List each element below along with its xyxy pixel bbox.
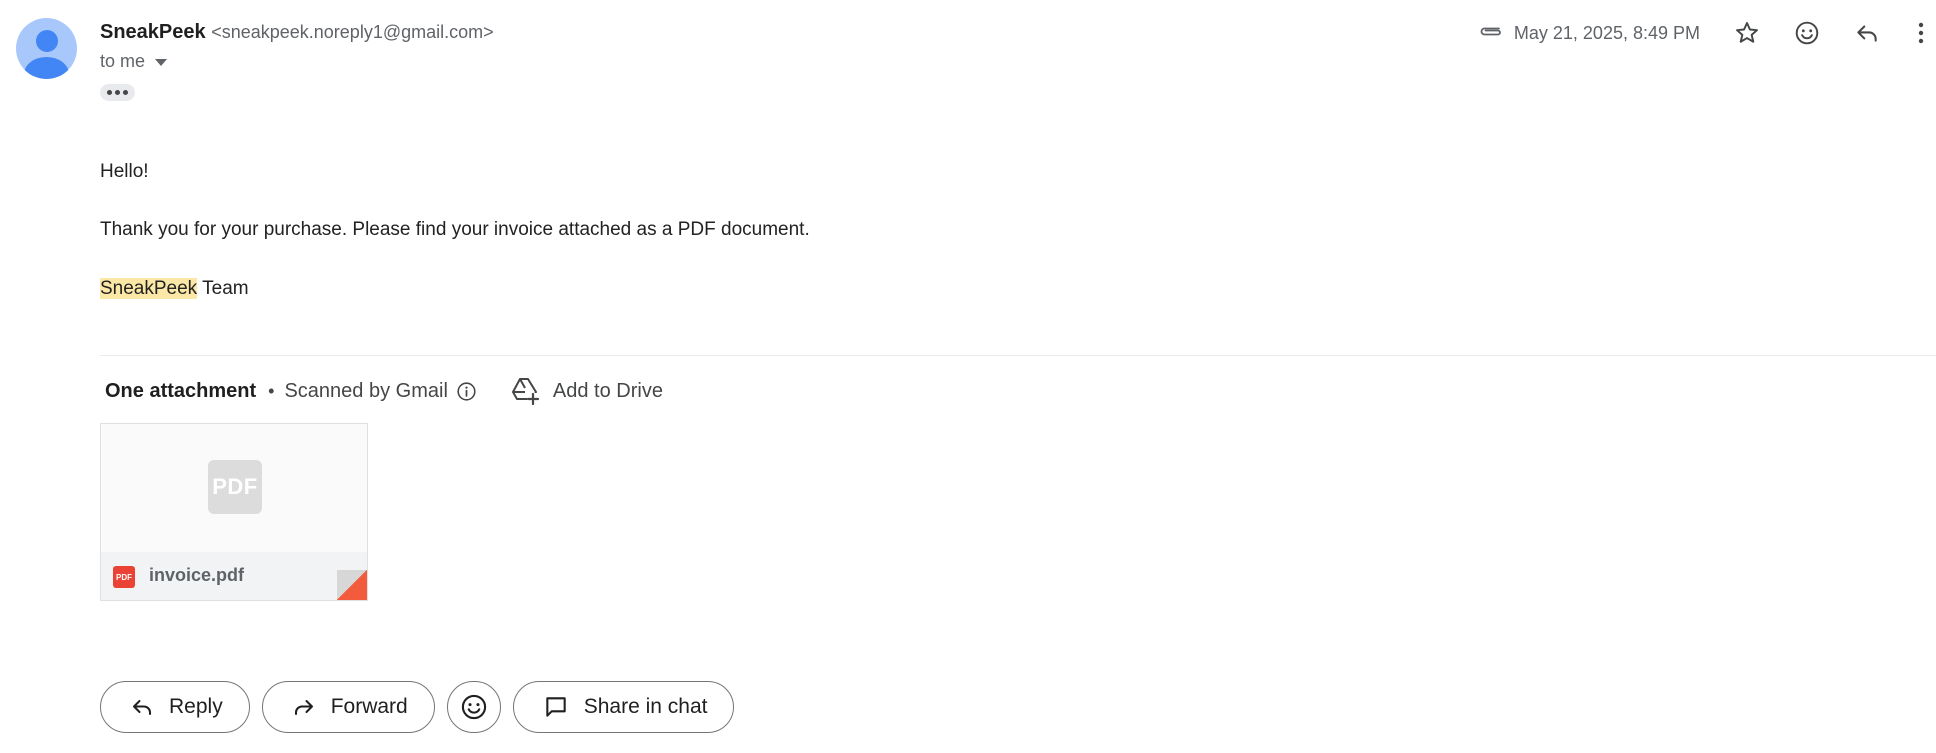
- attachment-preview[interactable]: PDF: [101, 424, 367, 552]
- attachments-title: One attachment: [105, 379, 257, 402]
- recipients-toggle[interactable]: to me: [100, 51, 168, 72]
- pdf-thumbnail-icon: PDF: [208, 460, 262, 514]
- forward-icon: [294, 700, 313, 715]
- add-reaction-button[interactable]: [1792, 18, 1822, 48]
- reply-button[interactable]: Reply: [100, 681, 250, 733]
- emoji-icon: [461, 694, 486, 720]
- sender-avatar[interactable]: [16, 18, 77, 79]
- attachments-divider: [100, 355, 1936, 356]
- forward-button[interactable]: Forward: [261, 681, 435, 733]
- chat-icon: [546, 697, 566, 717]
- star-icon: [1736, 22, 1758, 43]
- sender-email[interactable]: <sneakpeek.noreply1@gmail.com>: [211, 22, 493, 42]
- attachment-file-bar[interactable]: PDF invoice.pdf: [101, 552, 367, 600]
- attachments-header: One attachment • Scanned by Gmail Add to…: [105, 376, 663, 406]
- to-label: to me: [100, 51, 146, 71]
- emoji-icon: [1795, 21, 1819, 45]
- reply-label: Reply: [169, 695, 223, 718]
- add-to-drive-label: Add to Drive: [552, 379, 663, 402]
- body-greeting: Hello!: [100, 161, 149, 182]
- star-button[interactable]: [1732, 18, 1762, 48]
- dot: [107, 90, 112, 95]
- info-icon[interactable]: [456, 381, 477, 402]
- separator: •: [268, 380, 275, 401]
- show-trimmed-content-button[interactable]: [100, 84, 135, 101]
- date-group: May 21, 2025, 8:49 PM: [1478, 23, 1700, 44]
- avatar-head: [36, 30, 58, 52]
- share-in-chat-label: Share in chat: [583, 695, 708, 718]
- share-in-chat-button[interactable]: Share in chat: [512, 681, 735, 733]
- attachment-card[interactable]: PDF PDF invoice.pdf: [100, 423, 368, 601]
- reply-icon: [1857, 25, 1877, 42]
- highlighted-term: SneakPeek: [100, 278, 198, 299]
- avatar-body: [24, 57, 69, 79]
- add-to-drive-icon: [511, 378, 539, 406]
- message-actions: Reply Forward Share in chat: [100, 681, 735, 733]
- signature-rest: Team: [197, 278, 249, 299]
- add-to-drive-button[interactable]: Add to Drive: [511, 376, 663, 406]
- reply-icon: [133, 700, 151, 715]
- scanned-label: Scanned by Gmail: [284, 379, 448, 402]
- attachment-icon: [1478, 24, 1504, 43]
- add-reaction-button[interactable]: [446, 681, 501, 733]
- attachment-file-name: invoice.pdf: [149, 565, 245, 585]
- sender-name[interactable]: SneakPeek: [100, 21, 206, 43]
- body-message: Thank you for your purchase. Please find…: [100, 219, 810, 240]
- pdf-file-icon: PDF: [113, 566, 135, 588]
- dot: [115, 90, 120, 95]
- reply-button[interactable]: [1852, 18, 1882, 48]
- sender-line: SneakPeek <sneakpeek.noreply1@gmail.com>: [100, 21, 494, 44]
- dot: [123, 90, 128, 95]
- page-corner-icon: [337, 570, 367, 600]
- message-date: May 21, 2025, 8:49 PM: [1513, 22, 1700, 43]
- caret-down-icon[interactable]: [155, 59, 168, 66]
- message-toolbar: May 21, 2025, 8:49 PM: [1478, 18, 1936, 48]
- more-vert-icon: [1918, 22, 1924, 44]
- more-options-button[interactable]: [1912, 18, 1930, 48]
- forward-label: Forward: [330, 695, 408, 718]
- body-signature: SneakPeek Team: [100, 278, 249, 300]
